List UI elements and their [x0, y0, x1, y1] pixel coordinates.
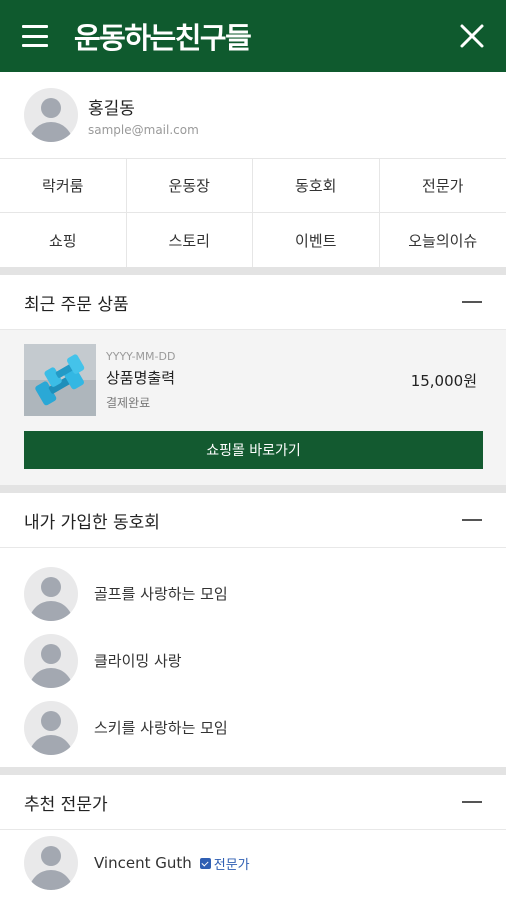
expert-badge-label: 전문가 — [213, 857, 250, 873]
collapse-icon[interactable] — [462, 801, 482, 803]
product-thumbnail[interactable] — [24, 344, 96, 416]
expert-name: Vincent Guth — [94, 854, 192, 872]
order-item[interactable]: YYYY-MM-DD 상품명출력 결제완료 15,000원 — [24, 344, 483, 416]
menu-item-playground[interactable]: 운동장 — [126, 159, 253, 213]
hamburger-icon[interactable] — [22, 25, 48, 47]
club-name: 클라이밍 사랑 — [94, 652, 182, 670]
recent-order-box: YYYY-MM-DD 상품명출력 결제완료 15,000원 쇼핑몰 바로가기 — [0, 330, 506, 485]
collapse-icon[interactable] — [462, 519, 482, 521]
order-price: 15,000원 — [410, 371, 477, 390]
section-title: 추천 전문가 — [24, 794, 108, 815]
expert-avatar — [24, 836, 78, 890]
club-list: 골프를 사랑하는 모임 클라이밍 사랑 스키를 사랑하는 모임 — [0, 548, 506, 767]
club-name: 골프를 사랑하는 모임 — [94, 585, 228, 603]
order-date: YYYY-MM-DD — [106, 349, 176, 363]
section-divider — [0, 485, 506, 493]
club-name: 스키를 사랑하는 모임 — [94, 719, 228, 737]
app-header: 운동하는친구들 — [0, 0, 506, 72]
club-avatar — [24, 700, 78, 755]
club-item[interactable]: 스키를 사랑하는 모임 — [24, 694, 482, 761]
experts-header[interactable]: 추천 전문가 — [0, 775, 506, 830]
club-item[interactable]: 골프를 사랑하는 모임 — [24, 560, 482, 627]
avatar[interactable] — [24, 88, 78, 142]
club-item[interactable]: 클라이밍 사랑 — [24, 627, 482, 694]
section-title: 내가 가입한 동호회 — [24, 512, 160, 533]
expert-badge: 전문가 — [199, 854, 250, 873]
section-title: 최근 주문 상품 — [24, 294, 129, 315]
go-to-shop-button[interactable]: 쇼핑몰 바로가기 — [24, 431, 483, 469]
order-status: 결제완료 — [106, 395, 151, 410]
section-divider — [0, 267, 506, 275]
my-clubs-header[interactable]: 내가 가입한 동호회 — [0, 493, 506, 548]
main-menu-grid: 락커룸 운동장 동호회 전문가 쇼핑 스토리 이벤트 오늘의이슈 — [0, 158, 506, 267]
expert-item[interactable]: Vincent Guth 전문가 — [0, 830, 506, 896]
menu-item-clubs[interactable]: 동호회 — [253, 159, 380, 213]
recent-orders-header[interactable]: 최근 주문 상품 — [0, 275, 506, 330]
app-logo[interactable]: 운동하는친구들 — [74, 15, 252, 57]
section-divider — [0, 767, 506, 775]
menu-item-event[interactable]: 이벤트 — [253, 213, 380, 267]
menu-item-experts[interactable]: 전문가 — [379, 159, 506, 213]
order-product-name: 상품명출력 — [106, 368, 176, 387]
verified-icon — [199, 857, 211, 869]
menu-item-shopping[interactable]: 쇼핑 — [0, 213, 127, 267]
menu-item-story[interactable]: 스토리 — [127, 213, 253, 267]
club-avatar — [24, 566, 78, 621]
dumbbell-image — [24, 344, 96, 416]
profile-section: 홍길동 sample@mail.com — [0, 72, 506, 158]
menu-item-today-issue[interactable]: 오늘의이슈 — [380, 213, 506, 267]
club-avatar — [24, 633, 78, 688]
menu-item-lockerroom[interactable]: 락커룸 — [0, 159, 127, 213]
close-icon[interactable] — [458, 22, 486, 50]
profile-email: sample@mail.com — [88, 122, 199, 137]
profile-name: 홍길동 — [88, 98, 135, 119]
collapse-icon[interactable] — [462, 301, 482, 303]
